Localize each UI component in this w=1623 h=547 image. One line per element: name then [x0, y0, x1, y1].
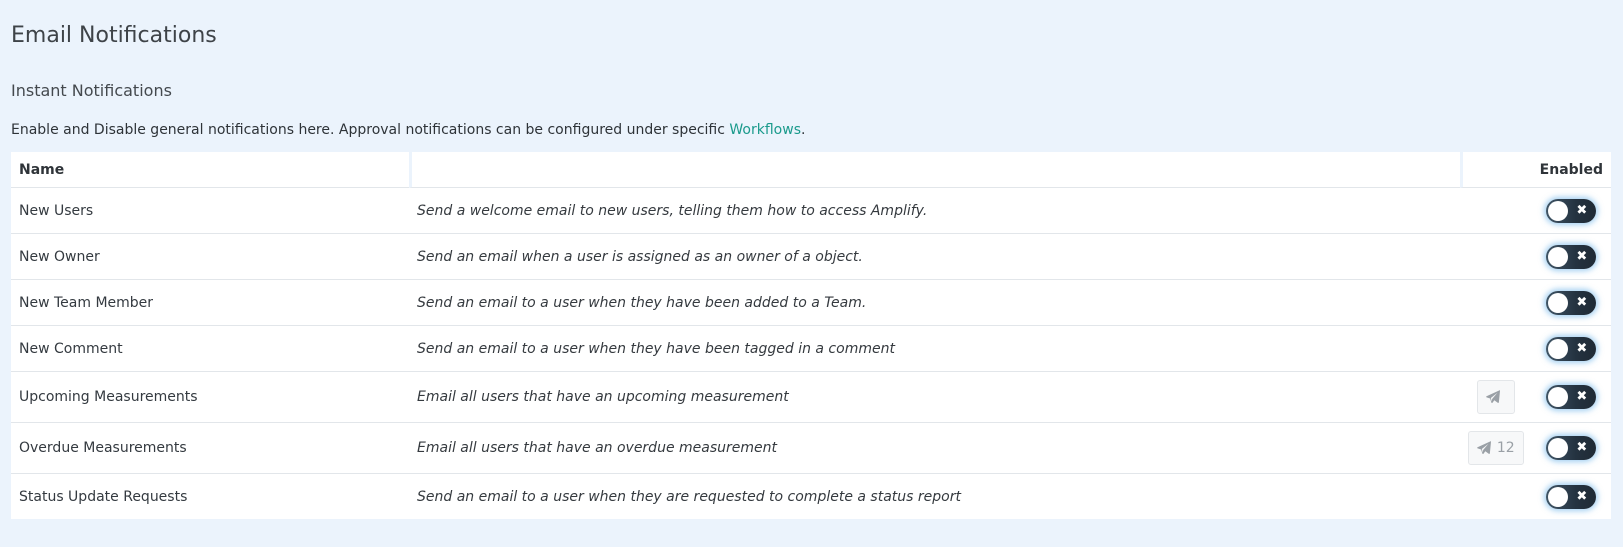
enabled-cell: ✖ — [1531, 280, 1611, 326]
x-icon: ✖ — [1576, 248, 1588, 264]
intro-body: Enable and Disable general notifications… — [11, 122, 730, 138]
notification-name: New Comment — [11, 326, 409, 372]
x-icon: ✖ — [1576, 340, 1588, 356]
enabled-toggle[interactable]: ✖ — [1546, 484, 1597, 509]
send-cell — [1459, 474, 1532, 519]
notification-name: Status Update Requests — [11, 474, 409, 519]
x-icon: ✖ — [1576, 202, 1588, 218]
table-row: Status Update Requests Send an email to … — [11, 474, 1611, 519]
table-row: Overdue Measurements Email all users tha… — [11, 423, 1611, 474]
paper-plane-icon — [1477, 441, 1491, 455]
notification-description: Send an email to a user when they have b… — [409, 280, 1460, 326]
notifications-table: Name Enabled New Users Send a welcome em… — [11, 152, 1611, 519]
table-row: Upcoming Measurements Email all users th… — [11, 372, 1611, 423]
enabled-cell: ✖ — [1531, 474, 1611, 519]
x-icon: ✖ — [1576, 389, 1588, 404]
notification-name: Overdue Measurements — [11, 423, 409, 474]
send-now-button[interactable] — [1476, 380, 1515, 414]
send-cell — [1459, 326, 1532, 372]
page-title: Email Notifications — [11, 23, 217, 48]
paper-plane-icon — [1485, 390, 1500, 404]
intro-text: Enable and Disable general notifications… — [11, 122, 805, 138]
workflows-link[interactable]: Workflows — [729, 122, 801, 138]
toggle-knob — [1548, 292, 1569, 313]
enabled-cell: ✖ — [1531, 234, 1611, 280]
table-header-row: Name Enabled — [11, 152, 1611, 188]
toggle-knob — [1548, 338, 1569, 359]
notification-description: Send an email when a user is assigned as… — [409, 234, 1460, 280]
toggle-knob — [1548, 200, 1569, 221]
enabled-toggle[interactable]: ✖ — [1546, 336, 1597, 361]
toggle-knob — [1548, 486, 1569, 507]
enabled-toggle[interactable]: ✖ — [1546, 198, 1597, 223]
intro-end: . — [801, 122, 806, 138]
x-icon: ✖ — [1576, 488, 1588, 504]
enabled-toggle[interactable]: ✖ — [1546, 244, 1597, 269]
notification-description: Email all users that have an overdue mea… — [409, 423, 1460, 474]
x-icon: ✖ — [1576, 294, 1588, 310]
send-cell — [1459, 372, 1532, 423]
enabled-cell: ✖ — [1531, 326, 1611, 372]
enabled-cell: ✖ — [1531, 372, 1611, 423]
header-description — [409, 152, 1460, 188]
table-row: New Users Send a welcome email to new us… — [11, 188, 1611, 234]
header-send — [1459, 152, 1532, 188]
notification-name: New Team Member — [11, 280, 409, 326]
header-enabled: Enabled — [1531, 152, 1611, 188]
table-row: New Owner Send an email when a user is a… — [11, 234, 1611, 280]
enabled-toggle[interactable]: ✖ — [1546, 290, 1597, 315]
enabled-toggle[interactable]: ✖ — [1546, 385, 1597, 409]
enabled-toggle[interactable]: ✖ — [1546, 436, 1597, 460]
notification-name: New Owner — [11, 234, 409, 280]
section-title: Instant Notifications — [11, 81, 172, 100]
header-name: Name — [11, 152, 409, 188]
toggle-knob — [1548, 438, 1569, 458]
send-cell — [1459, 234, 1532, 280]
notification-description: Send a welcome email to new users, telli… — [409, 188, 1460, 234]
table-row: New Comment Send an email to a user when… — [11, 326, 1611, 372]
enabled-cell: ✖ — [1531, 423, 1611, 474]
table-row: New Team Member Send an email to a user … — [11, 280, 1611, 326]
send-count: 12 — [1496, 440, 1515, 456]
notification-name: Upcoming Measurements — [11, 372, 409, 423]
send-cell — [1459, 280, 1532, 326]
notification-description: Send an email to a user when they have b… — [409, 326, 1460, 372]
toggle-knob — [1548, 246, 1569, 267]
send-cell — [1459, 188, 1532, 234]
enabled-cell: ✖ — [1531, 188, 1611, 234]
send-cell: 12 — [1459, 423, 1532, 474]
notification-description: Send an email to a user when they are re… — [409, 474, 1460, 519]
notification-description: Email all users that have an upcoming me… — [409, 372, 1460, 423]
send-now-button[interactable]: 12 — [1467, 431, 1524, 465]
notification-name: New Users — [11, 188, 409, 234]
x-icon: ✖ — [1576, 440, 1588, 455]
toggle-knob — [1548, 387, 1569, 407]
